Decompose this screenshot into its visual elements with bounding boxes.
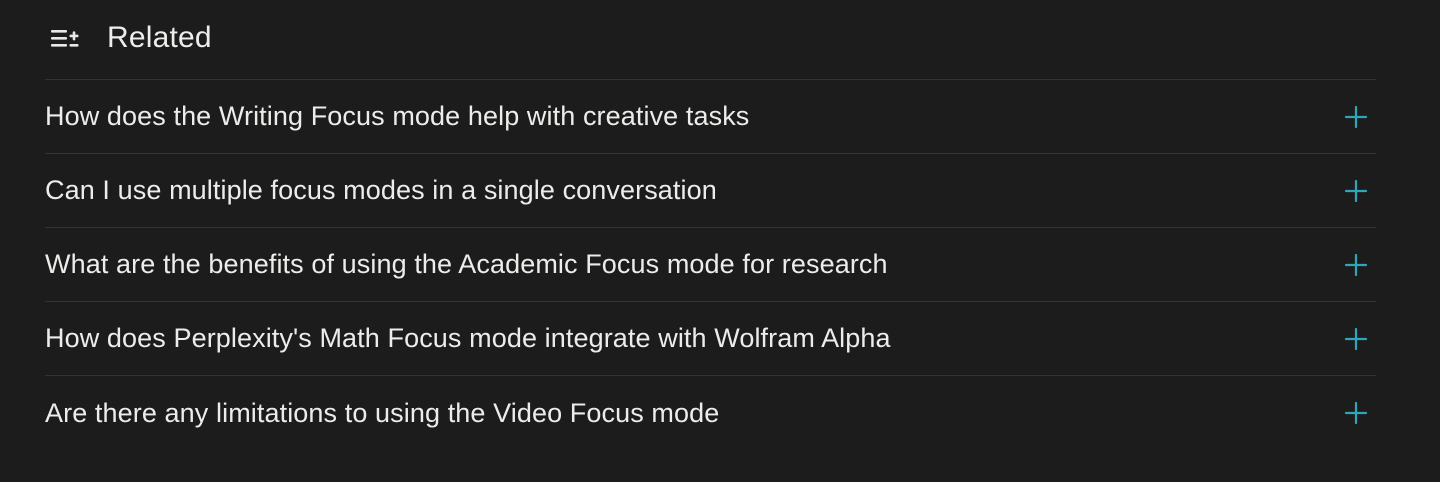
related-item-label: Are there any limitations to using the V… [45, 397, 720, 428]
list-plus-icon [49, 26, 89, 50]
related-list: How does the Writing Focus mode help wit… [45, 80, 1376, 450]
related-item-label: Can I use multiple focus modes in a sing… [45, 175, 717, 205]
related-item-label: What are the benefits of using the Acade… [45, 249, 888, 279]
plus-icon[interactable] [1342, 103, 1370, 131]
related-item-multiple-focus-modes[interactable]: Can I use multiple focus modes in a sing… [45, 154, 1376, 228]
related-item-label: How does Perplexity's Math Focus mode in… [45, 323, 891, 353]
related-item-academic-focus[interactable]: What are the benefits of using the Acade… [45, 228, 1376, 302]
plus-icon[interactable] [1342, 251, 1370, 279]
related-header: Related [45, 0, 1376, 80]
related-item-math-focus[interactable]: How does Perplexity's Math Focus mode in… [45, 302, 1376, 376]
related-item-writing-focus[interactable]: How does the Writing Focus mode help wit… [45, 80, 1376, 154]
plus-icon[interactable] [1342, 399, 1370, 427]
related-item-label: How does the Writing Focus mode help wit… [45, 101, 750, 131]
related-section: Related How does the Writing Focus mode … [45, 0, 1376, 450]
plus-icon[interactable] [1342, 177, 1370, 205]
plus-icon[interactable] [1342, 325, 1370, 353]
related-item-video-focus[interactable]: Are there any limitations to using the V… [45, 376, 1376, 450]
related-title: Related [107, 20, 212, 54]
